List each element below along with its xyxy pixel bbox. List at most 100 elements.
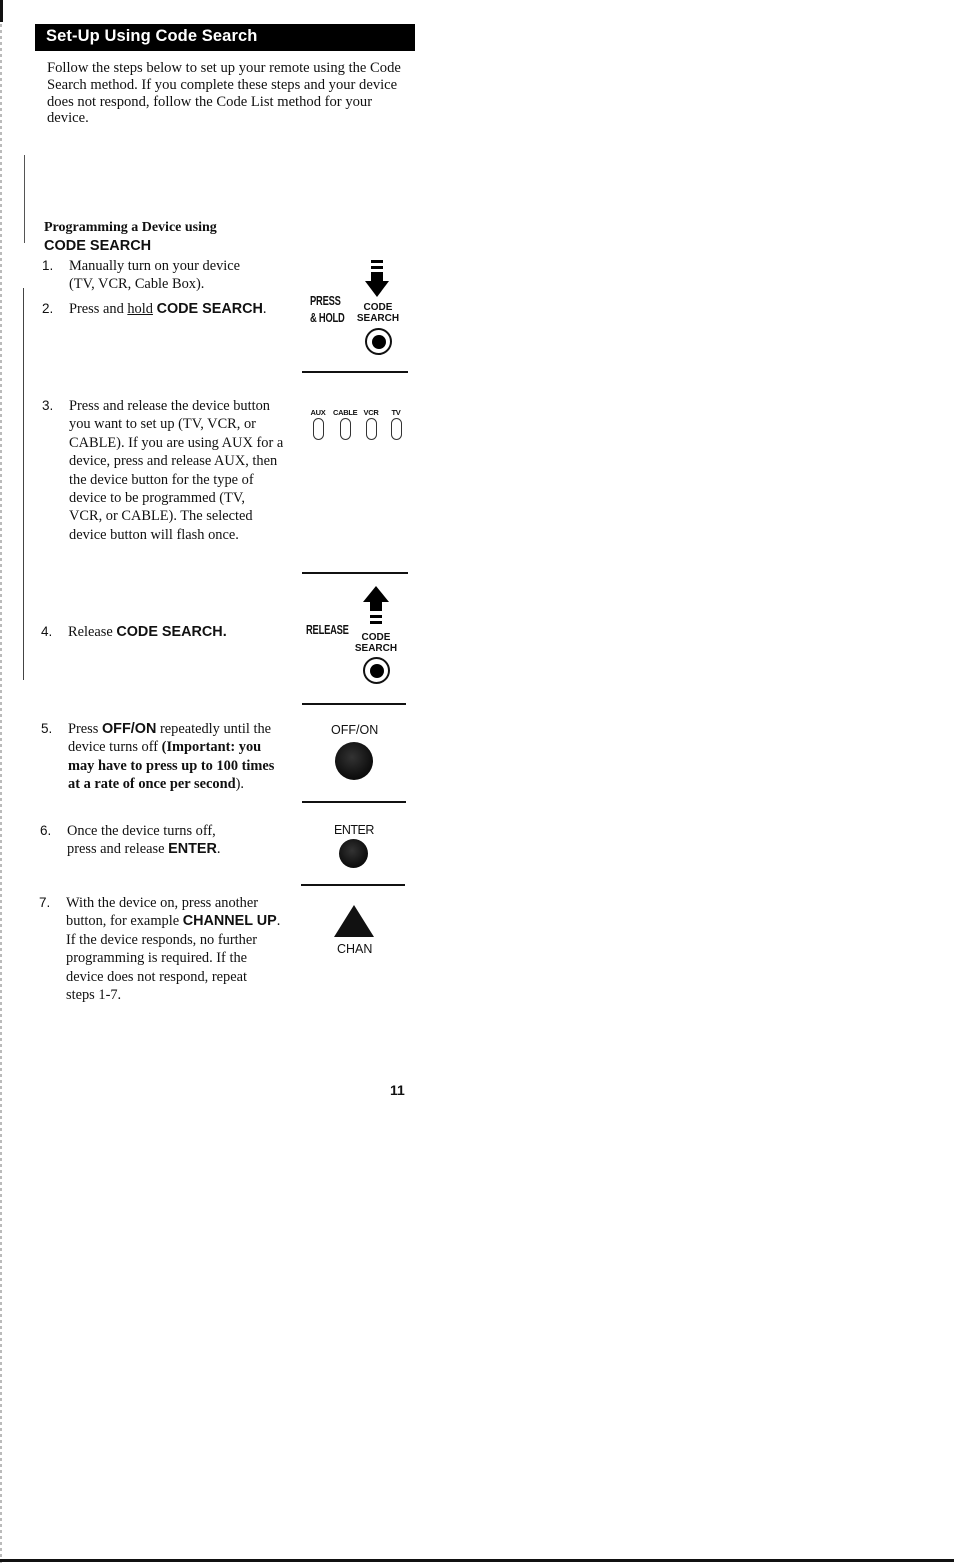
subsection-heading-code-search: CODE SEARCH <box>44 238 152 254</box>
step-text-part: . <box>216 841 221 858</box>
step-text-part: . <box>276 913 281 930</box>
step-text-bold: OFF/ON <box>101 721 157 737</box>
page-edge-left <box>0 0 2 1566</box>
step-7: 7. With the device on, press another but… <box>39 894 309 1006</box>
step-text: Once the device turns off, press and rel… <box>67 822 220 859</box>
divider <box>302 572 408 574</box>
step-line: device, press and release AUX, then <box>69 453 278 470</box>
enter-label: ENTER <box>334 823 374 837</box>
step-6: 6. Once the device turns off, press and … <box>40 822 300 862</box>
step-text-part: Release <box>68 624 117 640</box>
device-button-cable[interactable]: CABLE <box>333 408 358 440</box>
step-text-underlined: hold <box>127 301 153 317</box>
step-number: 4. <box>41 624 53 639</box>
step-text-bold: CODE SEARCH <box>156 301 263 317</box>
step-3: 3. Press and release the device button y… <box>42 397 302 547</box>
step-number: 6. <box>40 823 52 838</box>
off-on-label: OFF/ON <box>331 723 379 737</box>
divider <box>302 703 406 705</box>
cable-button[interactable] <box>339 418 351 440</box>
step-text-bold: CODE SEARCH <box>116 624 223 640</box>
step-text-bold: (Important: you <box>161 739 262 756</box>
up-arrow-icon <box>363 586 389 624</box>
step-line: If the device responds, no further <box>66 931 258 948</box>
label-line: CODE <box>361 632 391 643</box>
device-label: CABLE <box>333 408 358 417</box>
label-line: SEARCH <box>354 643 398 654</box>
step-line: VCR, or CABLE). The selected <box>69 508 253 525</box>
triangle-up-icon <box>334 905 374 937</box>
intro-paragraph: Follow the steps below to set up your re… <box>47 60 401 127</box>
step-number: 7. <box>39 895 51 910</box>
device-button-tv[interactable]: TV <box>386 408 406 440</box>
code-search-button[interactable] <box>365 328 392 355</box>
step-text-part: . <box>262 301 267 317</box>
label-line: SEARCH <box>356 313 400 324</box>
step-line: at a rate of once per second). <box>68 775 274 793</box>
code-search-button-label: CODE SEARCH <box>354 632 398 654</box>
step-4: 4. Release CODE SEARCH. <box>41 623 301 643</box>
step-number: 2. <box>42 301 54 316</box>
step-line: press and release ENTER. <box>67 840 220 858</box>
step-line: With the device on, press another <box>66 895 259 911</box>
step-text: With the device on, press another button… <box>66 894 280 1004</box>
device-button-vcr[interactable]: VCR <box>361 408 381 440</box>
page-edge-bottom <box>0 1559 954 1562</box>
subsection-heading: Programming a Device using <box>44 220 217 235</box>
step-line: device turns off (Important: you <box>68 738 274 756</box>
device-label: TV <box>391 408 401 417</box>
step-line: device does not respond, repeat <box>66 968 248 985</box>
divider <box>302 801 406 803</box>
tv-button[interactable] <box>390 418 402 440</box>
step-number: 1. <box>42 258 54 273</box>
step-text: Press and release the device button you … <box>69 397 283 544</box>
device-label: VCR <box>363 408 379 417</box>
off-on-button[interactable] <box>335 742 373 780</box>
step-line: (TV, VCR, Cable Box). <box>69 276 205 293</box>
channel-up-button[interactable] <box>333 904 375 938</box>
margin-rule <box>23 288 24 680</box>
page-number: 11 <box>390 1082 405 1098</box>
step-text: Manually turn on your device (TV, VCR, C… <box>69 257 240 294</box>
step-5: 5. Press OFF/ON repeatedly until the dev… <box>41 720 301 796</box>
release-label: RELEASE <box>306 622 349 637</box>
step-text-bold: CHANNEL UP <box>182 913 277 930</box>
step-text: Release CODE SEARCH. <box>68 623 227 641</box>
step-line: steps 1-7. <box>66 987 122 1004</box>
code-search-button[interactable] <box>363 657 390 684</box>
step-line: Manually turn on your device <box>69 258 241 274</box>
step-line: CABLE). If you are using AUX for a <box>69 434 284 451</box>
enter-button[interactable] <box>339 839 368 868</box>
step-text-part: button, for example <box>66 913 183 930</box>
step-line: device to be programmed (TV, <box>69 490 245 507</box>
vcr-button[interactable] <box>365 418 377 440</box>
section-header-bar: Set-Up Using Code Search <box>35 24 415 51</box>
step-text-part: ). <box>235 776 244 793</box>
step-text-part: Press and <box>69 301 128 317</box>
step-1: 1. Manually turn on your device (TV, VCR… <box>42 257 302 297</box>
device-button-aux[interactable]: AUX <box>308 408 328 440</box>
label-line: CODE <box>363 302 393 313</box>
step-line: Press OFF/ON repeatedly until the <box>68 720 274 738</box>
aux-button[interactable] <box>312 418 324 440</box>
code-search-button-label: CODE SEARCH <box>356 302 400 324</box>
section-title: Set-Up Using Code Search <box>46 27 258 45</box>
step-text-part: press and release <box>67 841 169 858</box>
margin-rule <box>24 155 25 243</box>
step-number: 3. <box>42 398 54 413</box>
step-line: you want to set up (TV, VCR, or <box>69 416 256 433</box>
press-label: PRESS <box>310 293 341 308</box>
step-line: button, for example CHANNEL UP. <box>66 912 280 930</box>
step-2: 2. Press and hold CODE SEARCH. <box>42 300 302 320</box>
page-edge-mark <box>0 0 3 22</box>
down-arrow-icon <box>365 260 389 297</box>
device-label: AUX <box>310 408 326 417</box>
step-text: Press OFF/ON repeatedly until the device… <box>68 720 274 794</box>
step-line: Press and release the device button <box>69 398 270 414</box>
step-text-part: Press <box>68 721 102 737</box>
step-text-bold: at a rate of once per second <box>68 776 236 793</box>
chan-label: CHAN <box>337 942 373 956</box>
step-line: device button will flash once. <box>69 526 239 543</box>
divider <box>301 884 405 886</box>
step-line: the device button for the type of <box>69 471 254 488</box>
